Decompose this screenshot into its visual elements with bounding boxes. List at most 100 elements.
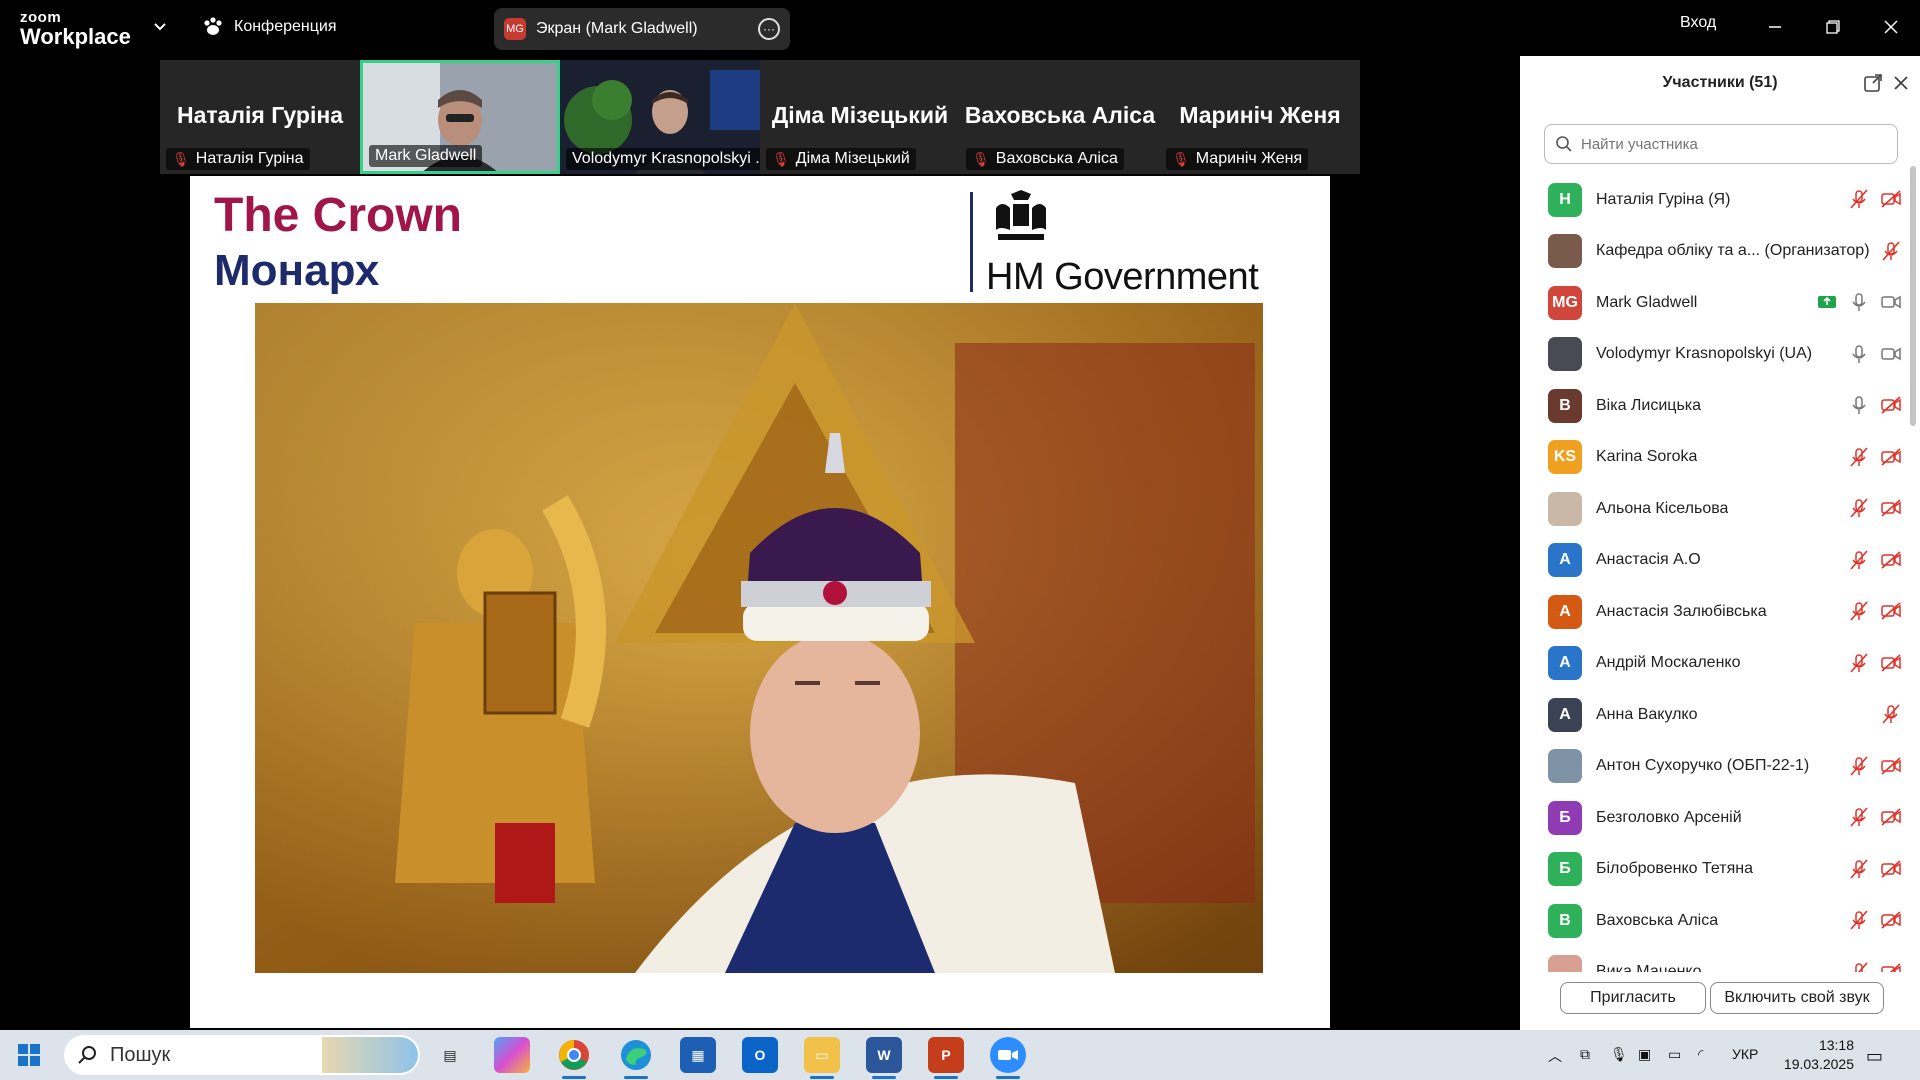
participant-row[interactable]: В Віка Лисицька	[1548, 380, 1908, 431]
camera-off-icon[interactable]	[1880, 961, 1902, 972]
chevron-up-icon[interactable]: ︿	[1548, 1046, 1562, 1066]
battery-icon[interactable]: ▭	[1668, 1046, 1681, 1063]
participant-row[interactable]: Альона Кісельова	[1548, 483, 1908, 534]
edge-icon[interactable]	[618, 1037, 654, 1073]
microphone-muted-icon[interactable]	[1848, 497, 1870, 524]
avatar: А	[1548, 594, 1582, 629]
participant-row[interactable]: А Андрій Москаленко	[1548, 638, 1908, 689]
participant-row[interactable]: Н Наталія Гуріна (Я)	[1548, 174, 1908, 225]
language-indicator[interactable]: УКР	[1732, 1046, 1758, 1062]
camera-off-icon[interactable]	[1880, 755, 1902, 782]
microphone-icon[interactable]	[1848, 291, 1870, 318]
microphone-muted-icon[interactable]	[1848, 549, 1870, 576]
participant-row[interactable]: Антон Сухоручко (ОБП-22-1)	[1548, 741, 1908, 792]
windows-start-icon[interactable]	[18, 1044, 40, 1066]
microphone-muted-icon[interactable]	[1848, 806, 1870, 833]
microphone-muted-icon[interactable]	[1848, 652, 1870, 679]
close-window-button[interactable]	[1876, 12, 1906, 42]
task-view-icon[interactable]: ▤	[432, 1037, 468, 1073]
video-tile-active-speaker[interactable]: Mark Gladwell	[360, 60, 560, 174]
word-icon[interactable]: W	[866, 1037, 902, 1073]
copilot-icon[interactable]	[494, 1037, 530, 1073]
device-icon[interactable]: ⧉	[1580, 1046, 1590, 1063]
microphone-icon[interactable]	[1848, 343, 1870, 370]
more-options-icon[interactable]: ···	[758, 18, 780, 40]
microphone-muted-icon[interactable]	[1848, 961, 1870, 972]
camera-off-icon[interactable]	[1880, 394, 1902, 421]
notifications-icon[interactable]: ▭	[1866, 1046, 1883, 1067]
camera-off-icon[interactable]	[1880, 652, 1902, 679]
conference-menu[interactable]: Конференция	[202, 16, 337, 38]
participant-name: Білобровенко Тетяна	[1596, 860, 1753, 877]
zoom-icon[interactable]	[990, 1037, 1026, 1073]
camera-off-icon[interactable]	[1880, 909, 1902, 936]
camera-icon[interactable]	[1880, 343, 1902, 370]
tile-big-name: Діма Мізецький	[771, 102, 949, 128]
clock[interactable]: 13:18 19.03.2025	[1784, 1036, 1854, 1074]
meet-icon[interactable]: ▣	[1638, 1046, 1651, 1063]
microphone-muted-icon[interactable]	[1848, 909, 1870, 936]
video-tile[interactable]: Маринiч Женя 🎙︎ Маринiч Женя	[1160, 60, 1360, 174]
avatar: В	[1548, 903, 1582, 938]
chrome-icon[interactable]	[556, 1037, 592, 1073]
microphone-muted-icon[interactable]	[1848, 600, 1870, 627]
camera-off-icon[interactable]	[1880, 858, 1902, 885]
search-input[interactable]	[1581, 135, 1881, 153]
participant-row[interactable]: KS Karina Soroka	[1548, 432, 1908, 483]
video-tile[interactable]: Volodymyr Krasnopolskyi ...	[560, 60, 760, 174]
microphone-muted-icon[interactable]	[1880, 703, 1902, 730]
participant-row[interactable]: MG Mark Gladwell	[1548, 277, 1908, 328]
participant-row[interactable]: А Анастасія Залюбівська	[1548, 586, 1908, 637]
participant-search[interactable]	[1544, 124, 1898, 164]
microphone-muted-icon[interactable]	[1848, 755, 1870, 782]
video-tile[interactable]: Наталія Гуріна 🎙︎ Наталія Гуріна	[160, 60, 360, 174]
video-tile[interactable]: Ваховська Аліса 🎙︎ Ваховська Аліса	[960, 60, 1160, 174]
invite-button[interactable]: Пригласить	[1560, 982, 1706, 1014]
participant-row[interactable]: А Анна Вакулко	[1548, 689, 1908, 740]
camera-icon[interactable]	[1880, 291, 1902, 318]
microphone-muted-icon[interactable]	[1848, 188, 1870, 215]
chevron-down-icon[interactable]	[152, 18, 168, 34]
clock-time: 13:18	[1818, 1037, 1854, 1053]
search-icon	[1556, 136, 1572, 152]
mic-muted-icon: 🎙︎	[172, 150, 190, 167]
restore-button[interactable]	[1818, 12, 1848, 42]
avatar	[1548, 491, 1582, 526]
participant-row[interactable]: Б Безголовко Арсеній	[1548, 792, 1908, 843]
mic-muted-icon: 🎙︎	[972, 150, 990, 167]
camera-off-icon[interactable]	[1880, 446, 1902, 473]
camera-off-icon[interactable]	[1880, 549, 1902, 576]
participant-row[interactable]: Кафедра обліку та а... (Организатор)	[1548, 226, 1908, 277]
screen-share-pill[interactable]: MG Экран (Mark Gladwell) ···	[494, 8, 790, 50]
microphone-icon[interactable]	[1848, 394, 1870, 421]
pop-out-icon[interactable]	[1862, 72, 1884, 94]
microphone-muted-icon[interactable]	[1848, 858, 1870, 885]
signin-link[interactable]: Вход	[1680, 14, 1716, 32]
minimize-button[interactable]	[1760, 12, 1790, 42]
title-bar: zoom Workplace Конференция MG Экран (Mar…	[0, 0, 1920, 56]
camera-off-icon[interactable]	[1880, 497, 1902, 524]
powerpoint-icon[interactable]: P	[928, 1037, 964, 1073]
store-icon[interactable]: ▦	[680, 1037, 716, 1073]
microphone-muted-icon[interactable]	[1848, 446, 1870, 473]
participant-row[interactable]: Б Білобровенко Тетяна	[1548, 844, 1908, 895]
camera-off-icon[interactable]	[1880, 188, 1902, 215]
taskbar-search[interactable]: Пошук	[64, 1035, 420, 1075]
avatar: MG	[1548, 285, 1582, 320]
camera-off-icon[interactable]	[1880, 806, 1902, 833]
file-explorer-icon[interactable]: ▭	[804, 1037, 840, 1073]
unmute-button[interactable]: Включить свой звук	[1710, 982, 1884, 1014]
camera-off-icon[interactable]	[1880, 600, 1902, 627]
microphone-icon[interactable]: 🎙︎	[1610, 1046, 1628, 1063]
outlook-icon[interactable]: O	[742, 1037, 778, 1073]
participant-row[interactable]: Volodymyr Krasnopolskyi (UA)	[1548, 329, 1908, 380]
video-tile[interactable]: Діма Мізецький 🎙︎ Діма Мізецький	[760, 60, 960, 174]
wifi-icon[interactable]: ◜	[1698, 1046, 1703, 1063]
participant-row[interactable]: В Ваховська Аліса	[1548, 895, 1908, 946]
scrollbar[interactable]	[1910, 166, 1916, 426]
close-icon[interactable]	[1890, 72, 1912, 94]
participant-status-icons	[1848, 858, 1902, 885]
participant-row[interactable]: А Анастасія А.О	[1548, 535, 1908, 586]
participant-row[interactable]: Вика Маценко	[1548, 947, 1908, 972]
microphone-muted-icon[interactable]	[1880, 240, 1902, 267]
